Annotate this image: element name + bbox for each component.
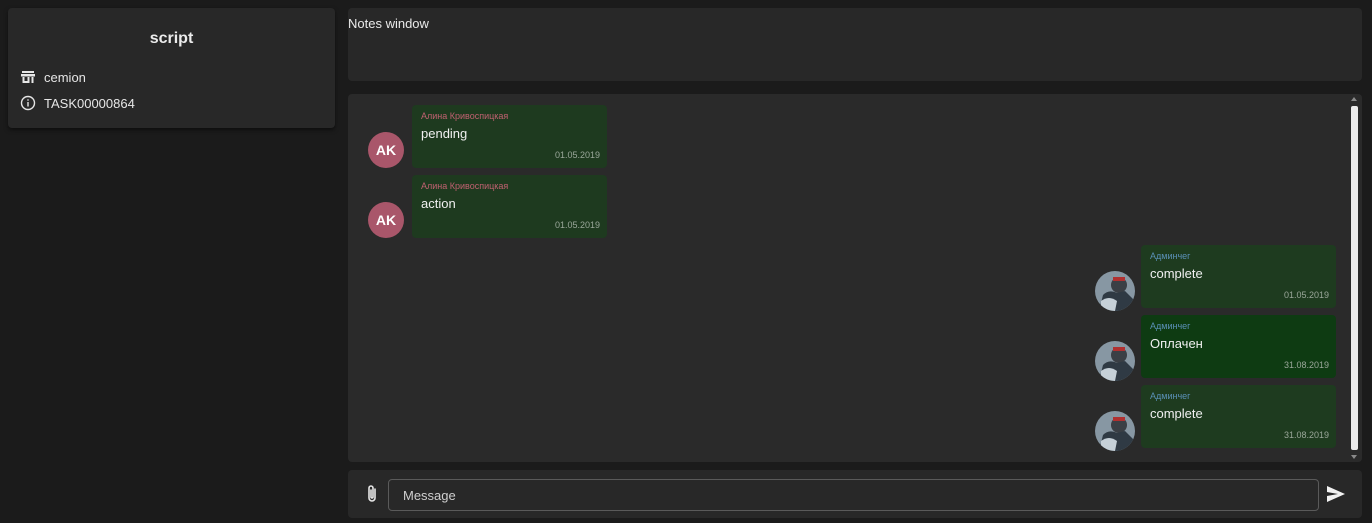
paperclip-icon[interactable] [365, 484, 379, 504]
message-bubble: Админчег Оплачен 31.08.2019 [1141, 315, 1336, 378]
avatar [1095, 341, 1135, 381]
message-author: Админчег [1150, 251, 1191, 261]
message-author: Алина Кривоспицкая [421, 181, 509, 191]
message-bubble: Алина Кривоспицкая action 01.05.2019 [412, 175, 607, 238]
message-date: 01.05.2019 [1283, 290, 1329, 300]
message-composer [348, 470, 1362, 518]
message-date: 01.05.2019 [554, 150, 600, 160]
notes-window[interactable]: Notes window [348, 8, 1362, 81]
store-icon [20, 69, 36, 85]
message-date: 31.08.2019 [1283, 430, 1329, 440]
avatar [1095, 271, 1135, 311]
chat-panel: AK Алина Кривоспицкая pending 01.05.2019… [348, 94, 1362, 462]
sidebar: script cemion TASK00000864 [8, 8, 335, 128]
avatar: AK [368, 202, 404, 238]
message-date: 01.05.2019 [554, 220, 600, 230]
send-icon[interactable] [1325, 483, 1347, 505]
avatar [1095, 411, 1135, 451]
message-bubble: Админчег complete 01.05.2019 [1141, 245, 1336, 308]
avatar: AK [368, 132, 404, 168]
message-author: Админчег [1150, 321, 1191, 331]
chat-scrollbar[interactable] [1347, 94, 1362, 462]
sidebar-item-label: cemion [44, 69, 86, 85]
sidebar-item-store[interactable]: cemion [8, 67, 335, 87]
sidebar-item-label: TASK00000864 [44, 95, 135, 111]
info-icon [20, 95, 36, 111]
message-author: Алина Кривоспицкая [421, 111, 509, 121]
message-text: complete [1150, 406, 1203, 421]
scroll-down-arrow-icon[interactable] [1351, 455, 1357, 459]
message-bubble: Админчег complete 31.08.2019 [1141, 385, 1336, 448]
scroll-up-arrow-icon[interactable] [1351, 97, 1357, 101]
message-date: 31.08.2019 [1283, 360, 1329, 370]
sidebar-title: script [149, 30, 194, 47]
message-author: Админчег [1150, 391, 1191, 401]
notes-title: Notes window [348, 16, 429, 31]
message-text: pending [421, 126, 468, 141]
message-text: complete [1150, 266, 1203, 281]
message-input[interactable] [388, 479, 1319, 511]
scroll-thumb[interactable] [1351, 106, 1358, 450]
message-text: action [421, 196, 456, 211]
sidebar-item-task[interactable]: TASK00000864 [8, 93, 335, 113]
message-text: Оплачен [1150, 336, 1203, 351]
message-bubble: Алина Кривоспицкая pending 01.05.2019 [412, 105, 607, 168]
